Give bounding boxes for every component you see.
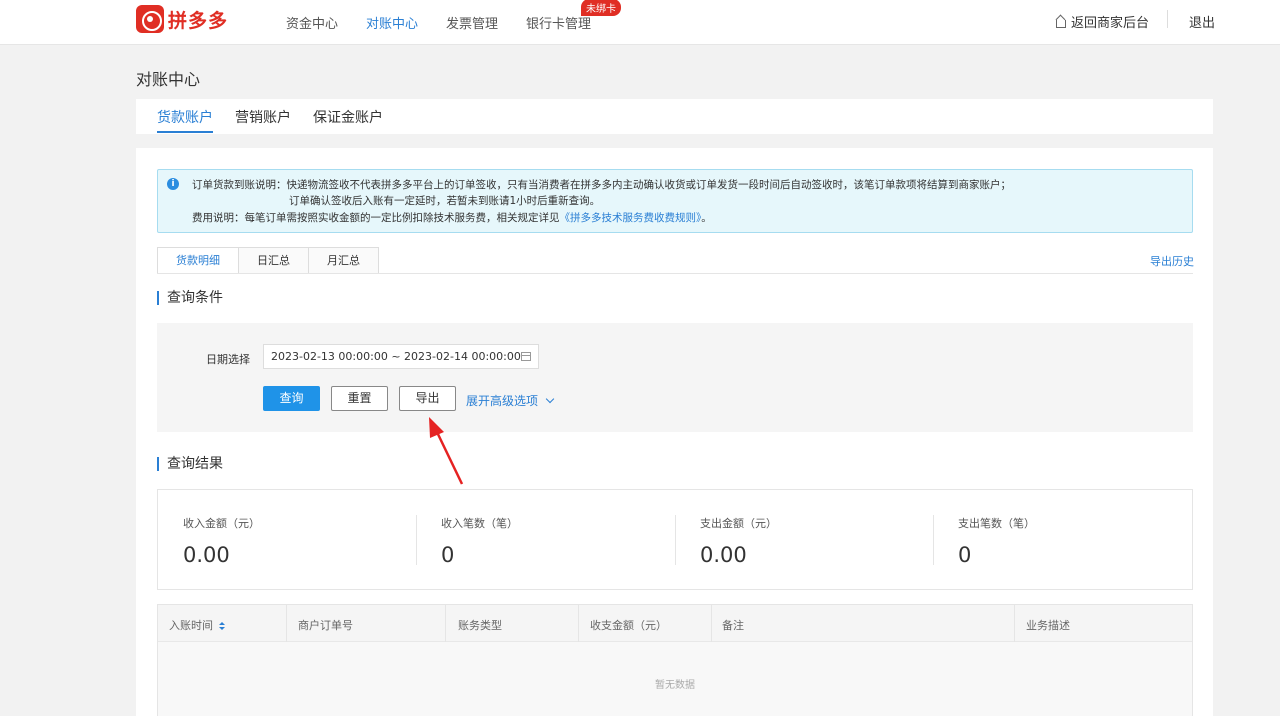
table-header: 入账时间 商户订单号 账务类型 收支金额（元） 备注 业务描述 bbox=[158, 605, 1192, 642]
logout-link[interactable]: 退出 bbox=[1189, 12, 1215, 31]
expand-advanced-options[interactable]: 展开高级选项 bbox=[466, 392, 555, 409]
empty-state: 暂无数据 bbox=[655, 680, 695, 691]
notice-line-3-suffix: 。 bbox=[701, 212, 712, 224]
tab-payment-account[interactable]: 货款账户 bbox=[157, 107, 213, 127]
tab-payment-details[interactable]: 货款明细 bbox=[157, 247, 238, 274]
column-divider bbox=[286, 605, 287, 642]
col-entry-time[interactable]: 入账时间 bbox=[169, 617, 225, 633]
results-summary: 收入金额（元） 0.00 收入笔数（笔） 0 支出金额（元） 0.00 支出笔数… bbox=[157, 489, 1193, 590]
column-divider bbox=[1014, 605, 1015, 642]
main-nav: 资金中心 对账中心 发票管理 银行卡管理 未绑卡 bbox=[286, 0, 622, 45]
stat-label: 支出笔数（笔） bbox=[958, 517, 1035, 530]
back-to-merchant-link[interactable]: 返回商家后台 bbox=[1055, 12, 1149, 31]
back-to-merchant-label: 返回商家后台 bbox=[1071, 16, 1150, 31]
stat-divider bbox=[933, 515, 934, 565]
calendar-icon bbox=[521, 352, 531, 361]
notice-line-3-prefix: 费用说明：每笔订单需按照实收金额的一定比例扣除技术服务费，相关规定详见 bbox=[192, 212, 560, 224]
date-range-picker[interactable]: 2023-02-13 00:00:00 ~ 2023-02-14 00:00:0… bbox=[263, 344, 539, 369]
col-amount: 收支金额（元） bbox=[590, 619, 667, 632]
account-tabs: 货款账户 营销账户 保证金账户 bbox=[136, 99, 1213, 134]
active-tab-underline bbox=[157, 131, 213, 133]
stat-expense-count: 支出笔数（笔） 0 bbox=[958, 515, 1035, 567]
col-business-desc: 业务描述 bbox=[1026, 619, 1070, 632]
nav-item-bank-card[interactable]: 银行卡管理 未绑卡 bbox=[526, 0, 622, 32]
col-account-type: 账务类型 bbox=[458, 619, 502, 632]
advanced-options-label: 展开高级选项 bbox=[466, 394, 539, 408]
nav-item-reconciliation[interactable]: 对账中心 bbox=[366, 13, 418, 32]
brand-logo[interactable]: 拼多多 bbox=[136, 5, 228, 33]
notice-line-3: 费用说明：每笔订单需按照实收金额的一定比例扣除技术服务费，相关规定详见《拼多多技… bbox=[192, 210, 712, 225]
export-button[interactable]: 导出 bbox=[399, 386, 456, 411]
service-fee-rules-link[interactable]: 《拼多多技术服务费收费规则》 bbox=[560, 212, 702, 224]
column-divider bbox=[445, 605, 446, 642]
stat-divider bbox=[675, 515, 676, 565]
chevron-down-icon bbox=[545, 394, 555, 404]
nav-item-funds[interactable]: 资金中心 bbox=[286, 13, 338, 32]
tabs-divider bbox=[157, 273, 1193, 274]
main-panel: i 订单货款到账说明：快递物流签收不代表拼多多平台上的订单签收，只有当消费者在拼… bbox=[136, 148, 1213, 716]
tab-monthly-summary[interactable]: 月汇总 bbox=[308, 247, 379, 274]
nav-item-bank-card-label: 银行卡管理 bbox=[526, 17, 592, 32]
stat-value: 0 bbox=[441, 543, 455, 567]
stat-label: 支出金额（元） bbox=[700, 517, 777, 530]
notice-line-2: 订单确认签收后入账有一定延时，若暂未到账请1小时后重新查询。 bbox=[289, 195, 601, 207]
column-divider bbox=[711, 605, 712, 642]
column-divider bbox=[578, 605, 579, 642]
notice-line-1: 订单货款到账说明：快递物流签收不代表拼多多平台上的订单签收，只有当消费者在拼多多… bbox=[192, 179, 1011, 191]
stat-income-amount: 收入金额（元） 0.00 bbox=[183, 515, 260, 567]
unbound-card-badge: 未绑卡 bbox=[581, 0, 622, 16]
stat-value: 0.00 bbox=[700, 543, 747, 567]
sort-icon[interactable] bbox=[219, 621, 225, 631]
nav-item-invoice[interactable]: 发票管理 bbox=[446, 13, 498, 32]
search-button[interactable]: 查询 bbox=[263, 386, 320, 411]
query-form: 日期选择 2023-02-13 00:00:00 ~ 2023-02-14 00… bbox=[157, 323, 1193, 432]
info-icon: i bbox=[167, 178, 179, 190]
export-history-link[interactable]: 导出历史 bbox=[1150, 253, 1194, 269]
tab-marketing-account[interactable]: 营销账户 bbox=[235, 107, 291, 127]
page-title: 对账中心 bbox=[136, 70, 201, 89]
stat-income-count: 收入笔数（笔） 0 bbox=[441, 515, 518, 567]
col-entry-time-label: 入账时间 bbox=[169, 619, 213, 632]
top-nav-bar: 拼多多 资金中心 对账中心 发票管理 银行卡管理 未绑卡 返回商家后台 退出 bbox=[0, 0, 1280, 45]
table-body: 暂无数据 bbox=[158, 642, 1192, 716]
stat-label: 收入金额（元） bbox=[183, 517, 260, 530]
reset-button[interactable]: 重置 bbox=[331, 386, 388, 411]
stat-expense-amount: 支出金额（元） 0.00 bbox=[700, 515, 777, 567]
pinduoduo-logo-icon bbox=[136, 5, 164, 33]
results-section-title: 查询结果 bbox=[157, 457, 223, 471]
date-label: 日期选择 bbox=[206, 353, 250, 366]
brand-name: 拼多多 bbox=[168, 9, 229, 32]
tab-daily-summary[interactable]: 日汇总 bbox=[238, 247, 308, 274]
stat-divider bbox=[416, 515, 417, 565]
stat-label: 收入笔数（笔） bbox=[441, 517, 518, 530]
detail-tabs: 货款明细 日汇总 月汇总 bbox=[157, 247, 379, 274]
col-merchant-order-no: 商户订单号 bbox=[298, 619, 353, 632]
date-range-value: 2023-02-13 00:00:00 ~ 2023-02-14 00:00:0… bbox=[271, 350, 521, 363]
stat-value: 0 bbox=[958, 543, 972, 567]
nav-divider bbox=[1167, 10, 1168, 28]
stat-value: 0.00 bbox=[183, 543, 230, 567]
tab-deposit-account[interactable]: 保证金账户 bbox=[313, 107, 383, 127]
home-icon bbox=[1055, 16, 1067, 28]
settlement-notice: i 订单货款到账说明：快递物流签收不代表拼多多平台上的订单签收，只有当消费者在拼… bbox=[157, 169, 1193, 233]
col-remark: 备注 bbox=[722, 619, 744, 632]
transactions-table: 入账时间 商户订单号 账务类型 收支金额（元） 备注 业务描述 暂无数据 bbox=[157, 604, 1193, 716]
query-section-title: 查询条件 bbox=[157, 291, 223, 305]
